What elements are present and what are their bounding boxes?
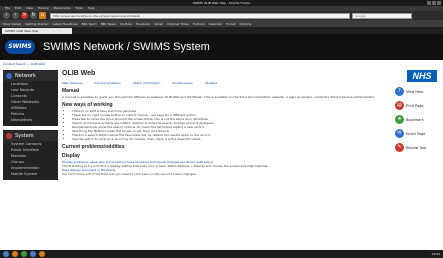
system-icon xyxy=(6,133,12,139)
list-item: Use the option to jump to a record by it… xyxy=(72,137,388,141)
firefox-icon[interactable] xyxy=(12,251,18,257)
bookmarks-toolbar: Most Visited Getting Started Latest Head… xyxy=(0,20,443,27)
breadcrumb[interactable]: Content Search > OLIB Web xyxy=(3,62,45,66)
nhs-logo: NHS xyxy=(407,70,437,82)
bookmark-item[interactable]: Getting Started xyxy=(25,22,48,26)
bookmark-item[interactable]: BBC News xyxy=(101,22,116,26)
subnav-link[interactable]: Known issues xyxy=(172,81,192,85)
bookmark-item[interactable]: Most Visited xyxy=(3,22,21,26)
review-tool-button[interactable]: ✎ Review Tool xyxy=(395,143,440,152)
new-ways-heading: New ways of working xyxy=(62,102,113,108)
page-title: OLIB Web xyxy=(62,70,96,77)
swims-logo[interactable]: SWIMS xyxy=(5,40,35,54)
new-ways-list: There is no split screen and more window… xyxy=(72,109,388,141)
bookmark-item[interactable]: Channel Three xyxy=(167,22,189,26)
site-header: SWIMS SWIMS Network / SWIMS System xyxy=(0,34,443,60)
bookmark-item[interactable]: E-mail xyxy=(226,22,235,26)
app-icon[interactable] xyxy=(21,251,27,257)
sidebar-item-mobile-system[interactable]: Mobile System xyxy=(3,171,58,177)
network-panel: Network Locations Last Records Contacts … xyxy=(3,70,58,126)
reload-icon[interactable]: ↻ xyxy=(30,12,37,19)
network-heading: Network xyxy=(3,71,58,81)
right-panel: NHS ? View Help ▤ Print Page ★ Bookmark … xyxy=(395,70,440,152)
close-icon[interactable] xyxy=(437,1,441,5)
email-icon: ✉ xyxy=(395,129,404,138)
problems-heading: Current problems/oddities xyxy=(62,144,125,150)
bookmark-icon: ★ xyxy=(395,115,404,124)
network-icon xyxy=(6,73,12,79)
bookmark-button[interactable]: ★ Bookmark xyxy=(395,115,440,124)
start-icon[interactable] xyxy=(3,251,9,257)
url-bar[interactable]: http://www.swimsnetwork.nhs.uk/swimsgram… xyxy=(50,12,350,19)
app-icon[interactable] xyxy=(39,251,45,257)
app-icon[interactable] xyxy=(30,251,36,257)
taskbar: 14:05 xyxy=(0,250,443,258)
display-heading: Display xyxy=(62,153,80,159)
forward-icon[interactable]: › xyxy=(12,12,19,19)
print-page-button[interactable]: ▤ Print Page xyxy=(395,101,440,110)
search-input[interactable]: Google xyxy=(352,12,412,19)
subnav-link[interactable]: Current problems xyxy=(95,81,121,85)
bookmark-item[interactable]: Calendar xyxy=(209,22,223,26)
email-page-button[interactable]: ✉ Email Page xyxy=(395,129,440,138)
sidebar-item-newsletters[interactable]: Newsletters xyxy=(3,117,58,123)
review-icon: ✎ xyxy=(395,143,404,152)
bookmark-item[interactable]: Options xyxy=(239,22,251,26)
page-subnav: Main features Current problems Useful in… xyxy=(62,81,388,85)
home-icon[interactable]: ⌂ xyxy=(39,12,46,19)
window-title: SWIMS OLIB Web Help - Mozilla Firefox xyxy=(192,1,251,5)
maximize-icon[interactable] xyxy=(432,1,436,5)
bookmark-item[interactable]: BBC Sport xyxy=(82,22,97,26)
bookmark-item[interactable]: Hotmail xyxy=(193,22,205,26)
system-panel: System System Contacts Public Interface … xyxy=(3,130,58,180)
navigation-toolbar: ‹ › × ↻ ⌂ http://www.swimsnetwork.nhs.uk… xyxy=(0,11,443,20)
web-page: SWIMS SWIMS Network / SWIMS System Conte… xyxy=(0,34,443,255)
bookmark-item[interactable]: Facebook xyxy=(136,22,150,26)
bookmark-item[interactable]: YouTube xyxy=(120,22,132,26)
manual-text: A manual is available to guide you throu… xyxy=(62,95,375,99)
data-display-text: You can't move out of the field and you … xyxy=(62,172,197,176)
manual-heading: Manual xyxy=(62,88,80,94)
view-help-button[interactable]: ? View Help xyxy=(395,87,440,96)
main-content: OLIB Web Main features Current problems … xyxy=(62,70,388,255)
bookmark-item[interactable]: Latest Headlines xyxy=(52,22,77,26)
system-heading: System xyxy=(3,131,58,141)
clock: 14:05 xyxy=(431,252,440,256)
subnav-link[interactable]: Updates xyxy=(205,81,217,85)
site-title: SWIMS Network / SWIMS System xyxy=(43,41,210,53)
minimize-icon[interactable] xyxy=(427,1,431,5)
subnav-link[interactable]: Useful information xyxy=(133,81,161,85)
help-icon: ? xyxy=(395,87,404,96)
sidebar: Network Locations Last Records Contacts … xyxy=(3,70,58,255)
window-controls xyxy=(427,1,441,5)
back-icon[interactable]: ‹ xyxy=(3,12,10,19)
print-icon: ▤ xyxy=(395,101,404,110)
stop-icon[interactable]: × xyxy=(21,12,28,19)
bookmark-item[interactable]: Gmail xyxy=(154,22,163,26)
tab-bar: SWIMS OLIB Web Help xyxy=(0,27,443,34)
subnav-link[interactable]: Main features xyxy=(62,81,83,85)
